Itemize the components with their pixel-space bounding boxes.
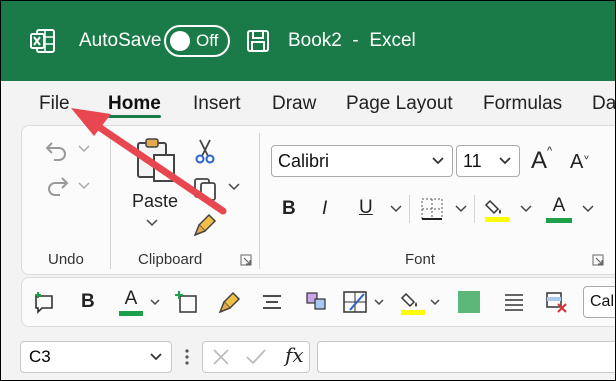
- insert-function-button[interactable]: fx: [285, 343, 304, 367]
- check-icon[interactable]: [243, 345, 269, 369]
- tab-home[interactable]: Home: [108, 93, 161, 115]
- group-separator: [259, 133, 260, 269]
- tab-page-layout[interactable]: Page Layout: [346, 93, 453, 115]
- justify-align-icon[interactable]: [501, 289, 527, 315]
- font-color-icon[interactable]: A: [544, 194, 574, 224]
- chevron-down-icon[interactable]: [454, 203, 468, 215]
- insert-cells-icon[interactable]: [173, 289, 199, 315]
- tab-insert[interactable]: Insert: [193, 93, 241, 115]
- chevron-down-icon[interactable]: [519, 203, 533, 215]
- caret-up-icon: ^: [547, 145, 553, 157]
- grow-font-button[interactable]: A: [531, 147, 547, 175]
- group-label-clipboard: Clipboard: [138, 251, 203, 268]
- font-size-select[interactable]: 11: [456, 145, 520, 177]
- chevron-down-icon[interactable]: [77, 179, 91, 193]
- underline-button[interactable]: U: [359, 197, 373, 219]
- copy-icon[interactable]: [191, 175, 219, 203]
- cell-styles-icon[interactable]: [303, 289, 329, 315]
- tab-draw[interactable]: Draw: [272, 93, 316, 115]
- qat-font-value: Cal: [590, 293, 615, 310]
- format-painter-icon[interactable]: [191, 211, 219, 239]
- active-tab-indicator: [108, 115, 161, 118]
- qat-font-select[interactable]: Cal: [583, 286, 615, 318]
- close-icon[interactable]: [209, 345, 233, 369]
- chevron-down-icon[interactable]: [429, 297, 441, 307]
- more-options-icon[interactable]: [181, 345, 193, 369]
- bold-button[interactable]: B: [282, 198, 296, 220]
- excel-logo-icon[interactable]: [29, 1, 59, 81]
- dialog-launcher-icon[interactable]: [239, 253, 253, 267]
- chevron-down-icon: [431, 152, 445, 173]
- delete-cells-icon[interactable]: [543, 289, 569, 315]
- font-name-select[interactable]: Calibri: [271, 145, 453, 177]
- ribbon-tabs: File Home Insert Draw Page Layout Formul…: [1, 81, 615, 125]
- font-color-letter: A: [552, 194, 566, 216]
- paste-label[interactable]: Paste: [132, 191, 178, 212]
- chevron-down-icon: [149, 348, 163, 369]
- excel-window: AutoSave Off Book2 - Excel File Home Ins…: [0, 0, 616, 381]
- chevron-down-icon[interactable]: [227, 181, 241, 193]
- qat-bold-button[interactable]: B: [81, 291, 95, 313]
- font-color-letter: A: [124, 287, 138, 309]
- caret-down-icon: ^: [584, 149, 589, 160]
- shrink-font-button[interactable]: A: [570, 151, 583, 174]
- group-label-undo: Undo: [48, 251, 84, 268]
- chevron-down-icon[interactable]: [149, 297, 161, 307]
- paste-icon[interactable]: [134, 137, 178, 185]
- qat-format-painter-icon[interactable]: [217, 289, 243, 315]
- borders-icon[interactable]: [341, 289, 369, 315]
- title-bar: AutoSave Off Book2 - Excel: [1, 1, 615, 81]
- font-color-swatch: [546, 217, 572, 223]
- chevron-down-icon[interactable]: [389, 203, 403, 215]
- tab-file[interactable]: File: [39, 93, 70, 115]
- font-size-value: 11: [463, 150, 482, 171]
- separator: [474, 195, 475, 223]
- autosave-toggle[interactable]: Off: [164, 1, 230, 81]
- italic-button[interactable]: I: [322, 198, 327, 220]
- dialog-launcher-icon[interactable]: [591, 253, 605, 267]
- chevron-down-icon[interactable]: [373, 297, 385, 307]
- group-label-font: Font: [405, 251, 436, 268]
- chevron-down-icon: [498, 152, 512, 173]
- center-align-icon[interactable]: [259, 289, 285, 315]
- font-name-value: Calibri: [278, 150, 330, 171]
- autosave-label: AutoSave: [79, 30, 162, 51]
- autosave-state: Off: [196, 31, 219, 50]
- chevron-down-icon[interactable]: [145, 217, 159, 229]
- save-icon[interactable]: [245, 1, 271, 81]
- tab-data[interactable]: Da: [592, 93, 615, 115]
- qat-font-color-icon[interactable]: A: [116, 287, 146, 317]
- chevron-down-icon[interactable]: [581, 203, 595, 215]
- qat-fill-color-icon[interactable]: [399, 287, 427, 317]
- borders-icon[interactable]: [419, 196, 445, 222]
- tab-formulas[interactable]: Formulas: [483, 93, 562, 115]
- name-box-value: C3: [29, 347, 51, 366]
- name-box[interactable]: C3: [20, 341, 172, 373]
- cut-icon[interactable]: [193, 137, 217, 165]
- green-fill-swatch-icon[interactable]: [457, 290, 481, 314]
- redo-icon[interactable]: [43, 171, 71, 199]
- separator: [409, 195, 410, 223]
- group-separator: [110, 133, 111, 269]
- new-comment-icon[interactable]: [31, 289, 57, 315]
- undo-icon[interactable]: [43, 136, 71, 164]
- chevron-down-icon[interactable]: [77, 142, 91, 156]
- formula-input[interactable]: [317, 341, 615, 373]
- workbook-title: Book2 - Excel: [288, 30, 416, 51]
- font-color-swatch: [119, 310, 143, 316]
- fill-color-icon[interactable]: [483, 194, 511, 224]
